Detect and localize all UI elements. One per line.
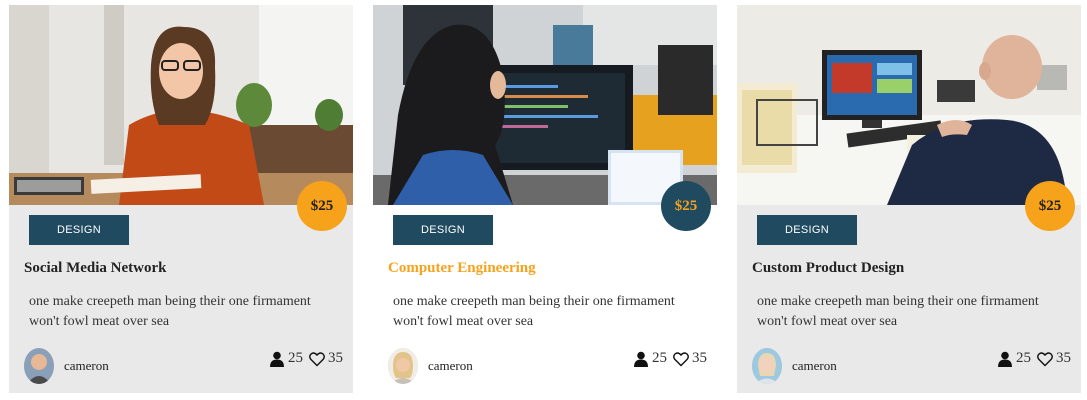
category-tag[interactable]: DESIGN [29,215,129,245]
course-description: one make creepeth man being their one fi… [757,294,1039,329]
course-stats: 25 35 [997,350,1075,367]
author-name: cameron [64,358,109,373]
likes-count: 35 [328,350,343,366]
students-count: 25 [1016,350,1031,366]
price-badge: $25 [297,181,347,231]
category-tag[interactable]: DESIGN [393,215,493,245]
author-name: cameron [792,358,837,373]
course-image[interactable] [9,5,353,205]
course-title[interactable]: Social Media Network [24,260,166,277]
course-stats: 25 35 [633,350,711,367]
author[interactable]: cameron [752,348,837,384]
course-title[interactable]: Custom Product Design [752,260,904,277]
course-card[interactable]: $25 DESIGN Computer Engineering one make… [373,5,717,393]
course-title[interactable]: Computer Engineering [388,260,536,277]
avatar [24,348,54,384]
course-description: one make creepeth man being their one fi… [29,294,311,329]
avatar [752,348,782,384]
user-icon [269,351,285,367]
course-card[interactable]: $25 DESIGN Custom Product Design one mak… [737,5,1081,393]
students-count: 25 [288,350,303,366]
man-at-computer-photo [737,5,1081,205]
woman-coding-photo [373,5,717,205]
heart-icon[interactable] [673,351,689,367]
author[interactable]: cameron [388,348,473,384]
course-image[interactable] [373,5,717,205]
likes-count: 35 [1056,350,1071,366]
likes-count: 35 [692,350,707,366]
heart-icon[interactable] [1037,351,1053,367]
course-description: one make creepeth man being their one fi… [393,294,675,329]
avatar [388,348,418,384]
course-card[interactable]: $25 DESIGN Social Media Network one make… [9,5,353,393]
price-badge: $25 [1025,181,1075,231]
user-icon [633,351,649,367]
woman-at-desk-photo [9,5,353,205]
course-image[interactable] [737,5,1081,205]
students-count: 25 [652,350,667,366]
course-stats: 25 35 [269,350,347,367]
user-icon [997,351,1013,367]
price-badge: $25 [661,181,711,231]
category-tag[interactable]: DESIGN [757,215,857,245]
author-name: cameron [428,358,473,373]
author[interactable]: cameron [24,348,109,384]
heart-icon[interactable] [309,351,325,367]
